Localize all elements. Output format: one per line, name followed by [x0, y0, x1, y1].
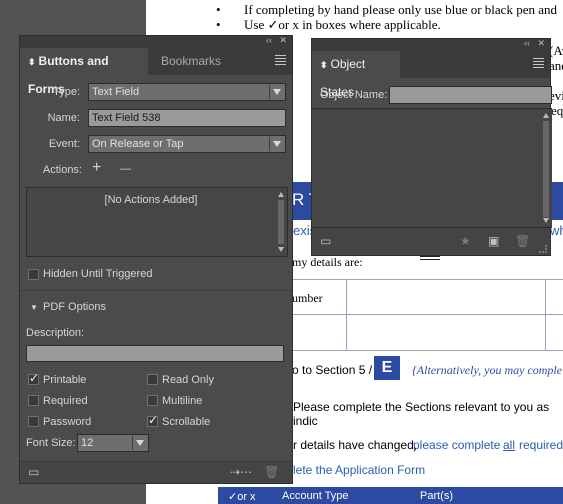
- preview-icon[interactable]: ▭: [320, 234, 331, 248]
- description-label: Description:: [26, 327, 85, 339]
- description-input[interactable]: [26, 345, 284, 362]
- actions-list[interactable]: [No Actions Added]: [26, 187, 288, 257]
- name-input[interactable]: Text Field 538: [88, 109, 286, 127]
- event-value: On Release or Tap: [92, 138, 184, 150]
- trash-icon[interactable]: 🗑: [515, 234, 530, 248]
- doc-frag: and: [549, 58, 563, 73]
- object-states-list[interactable]: [312, 108, 552, 228]
- doc-link-frag: required: [519, 438, 563, 452]
- trash-icon[interactable]: 🗑: [264, 465, 279, 479]
- col-header: Account Type: [282, 490, 349, 502]
- doc-frag: {Alternatively, you may comple: [412, 363, 563, 377]
- panel-tabbar: ⬍ Object States: [312, 51, 550, 99]
- remove-action-button[interactable]: —: [120, 163, 131, 175]
- doc-frag: eq: [551, 103, 563, 118]
- read-only-checkbox[interactable]: [147, 374, 158, 385]
- type-dropdown[interactable]: Text Field: [88, 83, 286, 101]
- scrollable-checkbox[interactable]: [147, 413, 158, 427]
- object-name-label: Object Name:: [320, 89, 388, 101]
- doc-link-frag: please complete: [413, 438, 501, 452]
- chevron-down-icon: [273, 141, 281, 147]
- hidden-until-triggered-checkbox[interactable]: [28, 269, 39, 280]
- scroll-up-icon[interactable]: [278, 192, 284, 197]
- panel-titlebar[interactable]: ‹‹ ✕: [20, 35, 292, 48]
- new-page-icon[interactable]: ▣: [488, 234, 499, 248]
- doc-frag: my details are:: [292, 255, 363, 269]
- scrollbar-thumb[interactable]: [278, 200, 284, 244]
- password-label: Password: [43, 416, 92, 428]
- tab-bookmarks[interactable]: Bookmarks: [153, 48, 243, 75]
- object-states-panel: ‹‹ ✕ ⬍ Object States Object Name: ▭ ★ ▣ 🗑: [311, 38, 552, 260]
- chevron-down-icon: [273, 89, 281, 95]
- pdf-options-heading[interactable]: PDF Options: [43, 301, 106, 313]
- printable-label: Printable: [43, 374, 87, 386]
- doc-bullet-1: If completing by hand please only use bl…: [244, 2, 557, 17]
- scrollable-label: Scrollable: [162, 416, 211, 428]
- scrollbar-thumb[interactable]: [543, 121, 549, 217]
- close-icon[interactable]: ✕: [279, 35, 287, 46]
- section-letter-box: E: [374, 356, 400, 380]
- doc-table-header: ✓or x Account Type Part(s): [218, 487, 563, 504]
- col-header: Part(s): [420, 490, 453, 502]
- doc-frag: Please complete the Sections relevant to…: [293, 400, 550, 428]
- scroll-down-icon[interactable]: [543, 218, 549, 223]
- panel-titlebar[interactable]: ‹‹ ✕: [312, 38, 550, 51]
- doc-link-frag: all: [503, 438, 516, 452]
- new-state-icon[interactable]: ★: [460, 234, 471, 248]
- printable-checkbox[interactable]: [28, 371, 39, 385]
- buttons-forms-panel: ‹‹ ✕ ⬍ Buttons and Forms Bookmarks Type: …: [19, 35, 293, 484]
- panel-footer: ▭ ⇢⋯ 🗑: [20, 461, 292, 483]
- scroll-down-icon[interactable]: [278, 247, 284, 252]
- resize-grip-icon[interactable]: [539, 245, 547, 253]
- font-size-label: Font Size:: [26, 437, 76, 449]
- tab-buttons-and-forms[interactable]: ⬍ Buttons and Forms: [20, 48, 148, 96]
- doc-table-row: [290, 315, 563, 351]
- panel-footer: ▭ ★ ▣ 🗑: [312, 228, 550, 255]
- font-size-value: 12: [81, 437, 94, 449]
- object-name-input[interactable]: [389, 86, 552, 104]
- password-checkbox[interactable]: [28, 416, 39, 427]
- updown-icon: ⬍: [320, 60, 328, 70]
- bullet: •: [216, 17, 221, 32]
- actions-label: Actions:: [42, 164, 82, 176]
- col-header: ✓or x: [228, 491, 256, 503]
- name-label: Name:: [47, 112, 80, 124]
- doc-frag: umber: [292, 291, 323, 305]
- read-only-label: Read Only: [162, 374, 214, 386]
- doc-frag: (Av: [549, 43, 563, 58]
- close-icon[interactable]: ✕: [537, 38, 545, 49]
- event-label: Event:: [48, 138, 80, 150]
- font-size-dropdown[interactable]: 12: [77, 434, 149, 452]
- doc-frag: o to Section 5 /: [292, 363, 373, 377]
- disclosure-triangle-icon[interactable]: ▼: [30, 303, 38, 312]
- event-dropdown[interactable]: On Release or Tap: [88, 135, 286, 153]
- preview-icon[interactable]: ▭: [28, 465, 39, 479]
- tab-label: Bookmarks: [161, 54, 222, 68]
- multiline-checkbox[interactable]: [147, 395, 158, 406]
- collapse-icon[interactable]: ‹‹: [266, 35, 272, 45]
- panel-resize-handle[interactable]: [420, 256, 440, 260]
- doc-frag: r details have changed,: [293, 438, 418, 452]
- chevron-down-icon: [136, 440, 144, 446]
- collapse-icon[interactable]: ‹‹: [524, 38, 530, 48]
- updown-icon: ⬍: [28, 57, 36, 67]
- add-action-button[interactable]: +: [92, 159, 101, 177]
- panel-menu-icon[interactable]: [275, 55, 286, 65]
- doc-bullet-2: Use ✓or x in boxes where applicable.: [244, 17, 441, 32]
- scroll-up-icon[interactable]: [543, 113, 549, 118]
- doc-link-frag: lete the Application Form: [293, 463, 426, 477]
- bullet: •: [216, 2, 221, 17]
- tab-object-states[interactable]: ⬍ Object States: [312, 51, 400, 99]
- no-actions-text: [No Actions Added]: [104, 194, 198, 206]
- panel-tabbar: ⬍ Buttons and Forms Bookmarks: [20, 48, 292, 96]
- type-value: Text Field: [92, 86, 140, 98]
- required-checkbox[interactable]: [28, 395, 39, 406]
- required-label: Required: [43, 395, 88, 407]
- hidden-until-triggered-label: Hidden Until Triggered: [43, 268, 153, 280]
- type-label: Type:: [53, 86, 80, 98]
- panel-menu-icon[interactable]: [533, 58, 544, 68]
- convert-to-object-icon[interactable]: ⇢⋯: [230, 465, 252, 479]
- multiline-label: Multiline: [162, 395, 203, 407]
